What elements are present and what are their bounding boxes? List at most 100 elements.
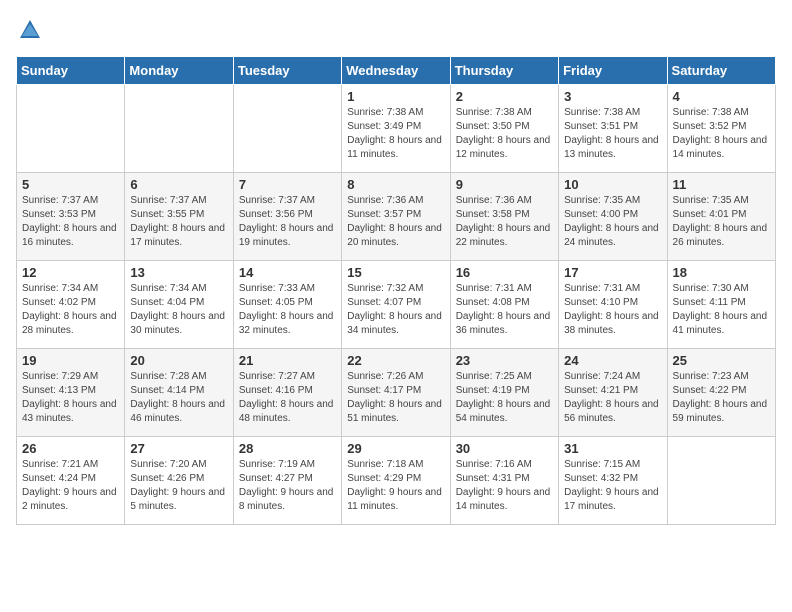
day-info: Sunrise: 7:25 AM Sunset: 4:19 PM Dayligh…: [456, 370, 553, 426]
calendar-cell: 10 Sunrise: 7:35 AM Sunset: 4:00 PM Dayli…: [559, 173, 667, 261]
day-info: Sunrise: 7:15 AM Sunset: 4:32 PM Dayligh…: [564, 458, 661, 514]
day-number: 20: [130, 353, 227, 368]
weekday-header-saturday: Saturday: [667, 57, 775, 85]
day-number: 3: [564, 89, 661, 104]
day-number: 11: [673, 177, 770, 192]
calendar-cell: 5 Sunrise: 7:37 AM Sunset: 3:53 PM Daylig…: [17, 173, 125, 261]
day-number: 15: [347, 265, 444, 280]
calendar-cell: 7 Sunrise: 7:37 AM Sunset: 3:56 PM Daylig…: [233, 173, 341, 261]
day-info: Sunrise: 7:38 AM Sunset: 3:52 PM Dayligh…: [673, 106, 770, 162]
day-info: Sunrise: 7:24 AM Sunset: 4:21 PM Dayligh…: [564, 370, 661, 426]
day-info: Sunrise: 7:31 AM Sunset: 4:10 PM Dayligh…: [564, 282, 661, 338]
day-number: 19: [22, 353, 119, 368]
day-number: 10: [564, 177, 661, 192]
day-number: 13: [130, 265, 227, 280]
day-info: Sunrise: 7:28 AM Sunset: 4:14 PM Dayligh…: [130, 370, 227, 426]
day-number: 12: [22, 265, 119, 280]
weekday-header-monday: Monday: [125, 57, 233, 85]
day-info: Sunrise: 7:36 AM Sunset: 3:58 PM Dayligh…: [456, 194, 553, 250]
calendar-cell: 15 Sunrise: 7:32 AM Sunset: 4:07 PM Dayli…: [342, 261, 450, 349]
day-info: Sunrise: 7:31 AM Sunset: 4:08 PM Dayligh…: [456, 282, 553, 338]
day-info: Sunrise: 7:23 AM Sunset: 4:22 PM Dayligh…: [673, 370, 770, 426]
day-info: Sunrise: 7:34 AM Sunset: 4:04 PM Dayligh…: [130, 282, 227, 338]
day-info: Sunrise: 7:29 AM Sunset: 4:13 PM Dayligh…: [22, 370, 119, 426]
day-info: Sunrise: 7:27 AM Sunset: 4:16 PM Dayligh…: [239, 370, 336, 426]
day-info: Sunrise: 7:38 AM Sunset: 3:50 PM Dayligh…: [456, 106, 553, 162]
day-number: 26: [22, 441, 119, 456]
day-info: Sunrise: 7:32 AM Sunset: 4:07 PM Dayligh…: [347, 282, 444, 338]
calendar-cell: 24Sunrise: 7:24 AM Sunset: 4:21 PM Dayli…: [559, 349, 667, 437]
calendar-cell: 19 Sunrise: 7:29 AM Sunset: 4:13 PM Dayli…: [17, 349, 125, 437]
day-number: 27: [130, 441, 227, 456]
day-number: 1: [347, 89, 444, 104]
logo: [16, 16, 48, 44]
day-number: 14: [239, 265, 336, 280]
day-number: 9: [456, 177, 553, 192]
day-info: Sunrise: 7:37 AM Sunset: 3:53 PM Dayligh…: [22, 194, 119, 250]
day-info: Sunrise: 7:37 AM Sunset: 3:56 PM Dayligh…: [239, 194, 336, 250]
calendar-cell: 22Sunrise: 7:26 AM Sunset: 4:17 PM Dayli…: [342, 349, 450, 437]
calendar-cell: 9 Sunrise: 7:36 AM Sunset: 3:58 PM Daylig…: [450, 173, 558, 261]
calendar-week-row: 5 Sunrise: 7:37 AM Sunset: 3:53 PM Daylig…: [17, 173, 776, 261]
day-number: 6: [130, 177, 227, 192]
calendar-cell: 26 Sunrise: 7:21 AM Sunset: 4:24 PM Dayli…: [17, 437, 125, 525]
calendar-week-row: 26 Sunrise: 7:21 AM Sunset: 4:24 PM Dayli…: [17, 437, 776, 525]
day-info: Sunrise: 7:35 AM Sunset: 4:00 PM Dayligh…: [564, 194, 661, 250]
day-info: Sunrise: 7:38 AM Sunset: 3:51 PM Dayligh…: [564, 106, 661, 162]
weekday-header-thursday: Thursday: [450, 57, 558, 85]
calendar-cell: 6 Sunrise: 7:37 AM Sunset: 3:55 PM Daylig…: [125, 173, 233, 261]
day-number: 5: [22, 177, 119, 192]
day-number: 28: [239, 441, 336, 456]
calendar-cell: 16 Sunrise: 7:31 AM Sunset: 4:08 PM Dayli…: [450, 261, 558, 349]
day-number: 18: [673, 265, 770, 280]
day-info: Sunrise: 7:36 AM Sunset: 3:57 PM Dayligh…: [347, 194, 444, 250]
day-info: Sunrise: 7:38 AM Sunset: 3:49 PM Dayligh…: [347, 106, 444, 162]
day-info: Sunrise: 7:35 AM Sunset: 4:01 PM Dayligh…: [673, 194, 770, 250]
logo-icon: [16, 16, 44, 44]
calendar-cell: 12Sunrise: 7:34 AM Sunset: 4:02 PM Dayli…: [17, 261, 125, 349]
weekday-header-row: SundayMondayTuesdayWednesdayThursdayFrid…: [17, 57, 776, 85]
calendar-cell: 20 Sunrise: 7:28 AM Sunset: 4:14 PM Dayli…: [125, 349, 233, 437]
calendar-cell: 8 Sunrise: 7:36 AM Sunset: 3:57 PM Daylig…: [342, 173, 450, 261]
day-info: Sunrise: 7:33 AM Sunset: 4:05 PM Dayligh…: [239, 282, 336, 338]
calendar-cell: 30Sunrise: 7:16 AM Sunset: 4:31 PM Dayli…: [450, 437, 558, 525]
weekday-header-wednesday: Wednesday: [342, 57, 450, 85]
day-number: 16: [456, 265, 553, 280]
calendar-cell: 13 Sunrise: 7:34 AM Sunset: 4:04 PM Dayli…: [125, 261, 233, 349]
calendar-cell: [17, 85, 125, 173]
day-number: 2: [456, 89, 553, 104]
calendar-cell: 29 Sunrise: 7:18 AM Sunset: 4:29 PM Dayli…: [342, 437, 450, 525]
page-header: [16, 16, 776, 44]
day-info: Sunrise: 7:20 AM Sunset: 4:26 PM Dayligh…: [130, 458, 227, 514]
day-number: 21: [239, 353, 336, 368]
calendar-cell: [667, 437, 775, 525]
calendar-cell: [233, 85, 341, 173]
calendar-cell: 11 Sunrise: 7:35 AM Sunset: 4:01 PM Dayli…: [667, 173, 775, 261]
calendar-cell: 17 Sunrise: 7:31 AM Sunset: 4:10 PM Dayli…: [559, 261, 667, 349]
calendar-week-row: 19 Sunrise: 7:29 AM Sunset: 4:13 PM Dayli…: [17, 349, 776, 437]
calendar-cell: 31 Sunrise: 7:15 AM Sunset: 4:32 PM Dayli…: [559, 437, 667, 525]
day-number: 7: [239, 177, 336, 192]
calendar-week-row: 1 Sunrise: 7:38 AM Sunset: 3:49 PM Daylig…: [17, 85, 776, 173]
day-number: 17: [564, 265, 661, 280]
calendar-cell: 28Sunrise: 7:19 AM Sunset: 4:27 PM Dayli…: [233, 437, 341, 525]
day-number: 31: [564, 441, 661, 456]
weekday-header-friday: Friday: [559, 57, 667, 85]
day-number: 23: [456, 353, 553, 368]
day-number: 22: [347, 353, 444, 368]
weekday-header-tuesday: Tuesday: [233, 57, 341, 85]
day-info: Sunrise: 7:30 AM Sunset: 4:11 PM Dayligh…: [673, 282, 770, 338]
day-number: 8: [347, 177, 444, 192]
day-number: 29: [347, 441, 444, 456]
day-info: Sunrise: 7:21 AM Sunset: 4:24 PM Dayligh…: [22, 458, 119, 514]
calendar-cell: 2 Sunrise: 7:38 AM Sunset: 3:50 PM Daylig…: [450, 85, 558, 173]
calendar-cell: 21 Sunrise: 7:27 AM Sunset: 4:16 PM Dayli…: [233, 349, 341, 437]
calendar-cell: 27 Sunrise: 7:20 AM Sunset: 4:26 PM Dayli…: [125, 437, 233, 525]
calendar-cell: 25 Sunrise: 7:23 AM Sunset: 4:22 PM Dayli…: [667, 349, 775, 437]
day-info: Sunrise: 7:18 AM Sunset: 4:29 PM Dayligh…: [347, 458, 444, 514]
day-number: 30: [456, 441, 553, 456]
day-info: Sunrise: 7:37 AM Sunset: 3:55 PM Dayligh…: [130, 194, 227, 250]
calendar-cell: 3 Sunrise: 7:38 AM Sunset: 3:51 PM Daylig…: [559, 85, 667, 173]
day-number: 25: [673, 353, 770, 368]
calendar-cell: 18 Sunrise: 7:30 AM Sunset: 4:11 PM Dayli…: [667, 261, 775, 349]
